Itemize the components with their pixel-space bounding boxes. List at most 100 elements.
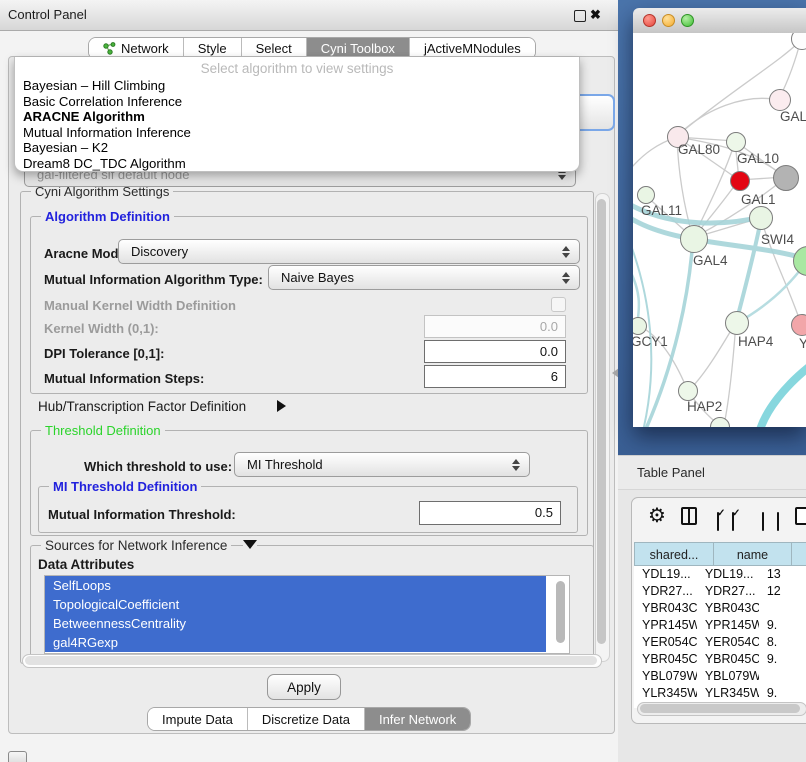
option-aracne[interactable]: ARACNE Algorithm [15, 109, 579, 125]
attribute-item-selfloops[interactable]: SelfLoops [45, 576, 546, 595]
table-row[interactable]: YBR045CYBR045C9. [634, 651, 806, 668]
table-cell: 8. [759, 634, 806, 651]
manual-kernel-checkbox[interactable] [551, 297, 566, 312]
settings-scrollbar-thumb[interactable] [597, 199, 606, 644]
collapse-arrow-icon[interactable] [243, 540, 257, 549]
network-node[interactable] [791, 314, 806, 336]
which-threshold-label: Which threshold to use: [84, 459, 232, 474]
mi-type-combo[interactable]: Naive Bayes [268, 265, 580, 290]
kernel-width-field[interactable]: 0.0 [424, 315, 566, 338]
network-node[interactable] [769, 89, 791, 111]
tab-label: Impute Data [162, 712, 233, 727]
table-cell: YBL079W [697, 668, 759, 685]
mi-threshold-field[interactable]: 0.5 [419, 501, 561, 525]
tab-label: Infer Network [379, 712, 456, 727]
deselect-all-checkbox-icon[interactable] [777, 512, 779, 531]
data-attributes-label: Data Attributes [38, 557, 134, 572]
network-node[interactable] [749, 206, 773, 230]
network-node[interactable] [680, 225, 708, 253]
network-node[interactable] [730, 171, 750, 191]
gear-icon[interactable]: ⚙ [648, 506, 666, 526]
control-panel-titlebar: Control Panel ✖ [0, 0, 620, 31]
option-mutual-information[interactable]: Mutual Information Inference [15, 125, 579, 141]
tab-discretize-data[interactable]: Discretize Data [248, 708, 365, 730]
select-all-checkbox-icon[interactable] [717, 512, 719, 531]
attributes-scrollbar[interactable] [555, 579, 567, 649]
dpi-tolerance-field[interactable]: 0.0 [424, 340, 566, 363]
deselect-all-checkbox-icon[interactable] [762, 512, 764, 531]
table-cell: YBR045C [697, 651, 759, 668]
aracne-mode-combo[interactable]: Discovery [118, 239, 580, 264]
network-window[interactable]: GALGAL80GAL10GAL1GAL11SWI4GAL4GCY1HAP4YH… [633, 8, 806, 427]
combo-stepper-icon [562, 246, 570, 258]
which-threshold-combo[interactable]: MI Threshold [234, 452, 530, 477]
table-row[interactable]: YDR27...YDR27...12 [634, 583, 806, 600]
table-row[interactable]: YER054CYER054C8. [634, 634, 806, 651]
node-label: GAL80 [678, 142, 720, 157]
network-node[interactable] [678, 381, 698, 401]
close-traffic-light-icon[interactable] [643, 14, 656, 27]
table-body[interactable]: YDL19...YDL19...13YDR27...YDR27...12YBR0… [634, 566, 806, 708]
hub-section-label[interactable]: Hub/Transcription Factor Definition [38, 399, 246, 414]
network-node[interactable] [725, 311, 749, 335]
which-threshold-value: MI Threshold [247, 457, 323, 472]
threshold-definition-title: Threshold Definition [41, 423, 165, 438]
tab-label: Network [121, 41, 169, 56]
attribute-item-gal4rgexp[interactable]: gal4RGexp [45, 633, 546, 652]
table-cell: YDR27... [697, 583, 759, 600]
option-bayesian-k2[interactable]: Bayesian – K2 [15, 140, 579, 156]
table-hscrollbar-thumb[interactable] [640, 704, 800, 713]
column-header-partial[interactable]: A [791, 542, 806, 566]
settings-hscrollbar-thumb[interactable] [25, 656, 597, 665]
minimize-traffic-light-icon[interactable] [662, 14, 675, 27]
settings-scrollbar[interactable] [595, 193, 610, 662]
table-row[interactable]: YLR345WYLR345W9. [634, 685, 806, 702]
option-bayesian-hill-climbing[interactable]: Bayesian – Hill Climbing [15, 78, 579, 94]
network-canvas[interactable]: GALGAL80GAL10GAL1GAL11SWI4GAL4GCY1HAP4YH… [633, 33, 806, 427]
table-row[interactable]: YDL19...YDL19...13 [634, 566, 806, 583]
apply-button[interactable]: Apply [267, 674, 341, 700]
network-node[interactable] [637, 186, 655, 204]
select-all-checkbox-icon[interactable] [732, 512, 734, 531]
attribute-item-topological[interactable]: TopologicalCoefficient [45, 595, 546, 614]
screen: Control Panel ✖ Network Style Select Cyn… [0, 0, 806, 762]
table-row[interactable]: YPR145WYPR145W9. [634, 617, 806, 634]
table-row[interactable]: YBL079WYBL079W [634, 668, 806, 685]
tab-infer-network[interactable]: Infer Network [365, 708, 470, 730]
table-hscrollbar[interactable] [637, 702, 806, 716]
settings-hscrollbar[interactable] [22, 654, 602, 668]
dropdown-options: Bayesian – Hill Climbing Basic Correlati… [15, 78, 579, 172]
mi-type-value: Naive Bayes [281, 270, 354, 285]
table-cell: YLR345W [697, 685, 759, 702]
collapsed-panel-icon[interactable] [8, 751, 27, 762]
network-node[interactable] [773, 165, 799, 191]
expand-arrow-icon[interactable] [277, 400, 286, 412]
table-panel-titlebar: Table Panel [618, 455, 806, 490]
column-header-name[interactable]: name [713, 542, 791, 566]
export-table-icon[interactable] [795, 507, 806, 525]
attributes-scrollbar-thumb[interactable] [556, 581, 565, 643]
mi-steps-field[interactable]: 6 [424, 365, 566, 388]
option-dream8[interactable]: Dream8 DC_TDC Algorithm [15, 156, 579, 172]
table-cell: 9. [759, 617, 806, 634]
table-cell: YDL19... [697, 566, 759, 583]
option-basic-correlation[interactable]: Basic Correlation Inference [15, 94, 579, 110]
column-header-shared-name[interactable]: shared... [634, 542, 713, 566]
float-window-icon[interactable] [574, 10, 586, 22]
network-node[interactable] [726, 132, 746, 152]
network-tab-icon [103, 42, 116, 55]
table-cell [759, 668, 806, 685]
data-attributes-list[interactable]: SelfLoops TopologicalCoefficient Between… [44, 575, 570, 654]
network-window-titlebar[interactable] [633, 8, 806, 34]
table-cell: YBR045C [634, 651, 697, 668]
table-cell: YDR27... [634, 583, 697, 600]
combo-stepper-icon [512, 459, 520, 471]
table-columns-icon[interactable] [681, 507, 697, 525]
attribute-item-betweenness[interactable]: BetweennessCentrality [45, 614, 546, 633]
tab-impute-data[interactable]: Impute Data [148, 708, 248, 730]
table-cell: YPR145W [634, 617, 697, 634]
table-cell: 9. [759, 651, 806, 668]
close-icon[interactable]: ✖ [590, 7, 601, 23]
zoom-traffic-light-icon[interactable] [681, 14, 694, 27]
table-row[interactable]: YBR043CYBR043C [634, 600, 806, 617]
